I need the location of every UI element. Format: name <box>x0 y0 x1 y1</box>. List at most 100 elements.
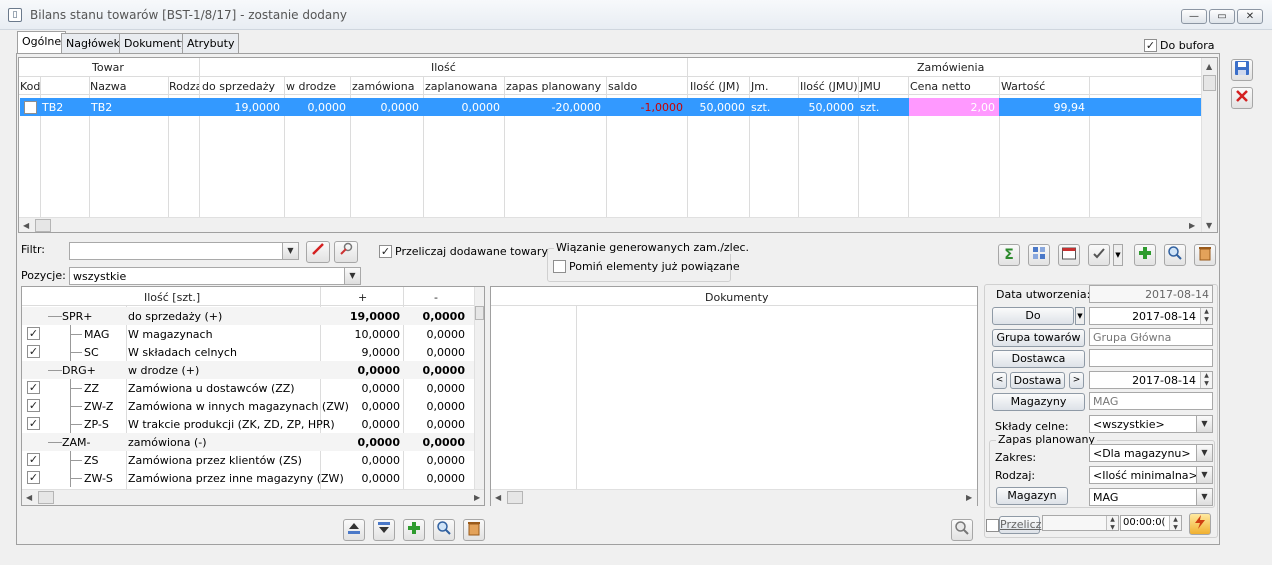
link-dropdown-arrow[interactable]: ▼ <box>1113 244 1123 266</box>
move-down-button[interactable] <box>373 519 395 541</box>
tab-ogolne[interactable]: Ogólne <box>17 31 67 54</box>
chevron-down-icon[interactable]: ▼ <box>1196 467 1212 483</box>
close-button[interactable]: ✕ <box>1237 9 1263 24</box>
col-cena-netto[interactable]: Cena netto <box>910 80 971 93</box>
date-spin-icon[interactable]: ▲ ▼ <box>1200 308 1212 324</box>
scroll-right-icon[interactable]: ▶ <box>474 493 480 502</box>
documents-panel[interactable]: Dokumenty ◀ ▶ <box>490 286 978 506</box>
docs-hscroll[interactable] <box>491 489 977 506</box>
search-button[interactable] <box>1164 244 1186 266</box>
magazyn-combo[interactable]: MAG ▼ <box>1089 488 1213 506</box>
col-jmu[interactable]: JMU <box>860 80 881 93</box>
col-ilosc-jmu[interactable]: Ilość (JMU) <box>800 80 858 93</box>
col-kod[interactable]: Kod <box>20 80 40 93</box>
tree-col-plus[interactable]: + <box>358 291 367 304</box>
tab-naglowek[interactable]: Nagłówek <box>61 33 125 53</box>
tree-hscroll-thumb[interactable] <box>38 491 54 504</box>
przelicz-time-field[interactable]: 00:00:0( ▲ ▼ <box>1120 515 1182 531</box>
tree-row[interactable]: ✓ SC W składach celnych 9,0000 0,0000 <box>22 343 474 361</box>
tree-row-checkbox[interactable]: ✓ <box>27 417 40 430</box>
calendar-button[interactable] <box>1058 244 1080 266</box>
move-up-button[interactable] <box>343 519 365 541</box>
add-row-button[interactable] <box>403 519 425 541</box>
clear-filter-button[interactable] <box>306 241 330 263</box>
tree-row[interactable]: ZAM-zamówiona (-) 0,0000 0,0000 <box>22 433 474 451</box>
tree-row[interactable]: SPR+ do sprzedaży (+) 19,0000 0,0000 <box>22 307 474 325</box>
delete-row-button[interactable] <box>463 519 485 541</box>
col-rodzaj[interactable]: Rodzaj <box>169 80 199 93</box>
dostawa-prev-button[interactable]: < <box>992 372 1007 389</box>
docs-hscroll-thumb[interactable] <box>507 491 523 504</box>
add-button[interactable] <box>1134 244 1156 266</box>
date-spin-icon[interactable]: ▲ ▼ <box>1200 372 1212 388</box>
tree-row-checkbox[interactable]: ✓ <box>27 345 40 358</box>
link-button[interactable] <box>1088 244 1110 266</box>
tree-row[interactable]: ✓ MAG W magazynach 10,0000 0,0000 <box>22 325 474 343</box>
maximize-button[interactable]: ▭ <box>1209 9 1235 24</box>
grid-hscroll-thumb[interactable] <box>35 219 51 232</box>
scroll-left-icon[interactable]: ◀ <box>23 221 29 230</box>
sum-button[interactable]: Σ <box>998 244 1020 266</box>
dostawa-date-field[interactable]: 2017-08-14 ▲ ▼ <box>1089 371 1213 389</box>
tree-col-minus[interactable]: - <box>434 291 438 304</box>
col-ilosc-jm[interactable]: Ilość (JM) <box>690 80 740 93</box>
grid-vscroll-thumb[interactable] <box>1203 75 1216 91</box>
col-zaplanowana[interactable]: zaplanowana <box>425 80 497 93</box>
rodzaj-combo[interactable]: <Ilość minimalna> ▼ <box>1089 466 1213 484</box>
tree-row[interactable]: ✓ ZS Zamówiona przez klientów (ZS) 0,0000 0,… <box>22 451 474 469</box>
tree-row-checkbox[interactable]: ✓ <box>27 471 40 484</box>
dostawa-button[interactable]: Dostawa <box>1010 372 1065 389</box>
przeliczaj-checkbox[interactable]: ✓ <box>379 245 392 258</box>
sklady-combo[interactable]: <wszystkie> ▼ <box>1089 415 1213 433</box>
przelicz-button[interactable]: Przelicz <box>999 516 1041 534</box>
chevron-down-icon[interactable]: ▼ <box>1196 416 1212 432</box>
chevron-down-icon[interactable]: ▼ <box>282 243 298 259</box>
items-grid[interactable]: Towar Ilość Zamówienia Kod Nazwa Rodzaj … <box>18 57 1218 233</box>
grid-hscroll[interactable] <box>19 217 1201 232</box>
filter-builder-button[interactable] <box>334 241 358 263</box>
generate-button[interactable] <box>1028 244 1050 266</box>
tree-row-checkbox[interactable]: ✓ <box>27 327 40 340</box>
run-button[interactable] <box>1189 513 1211 535</box>
tree-row[interactable]: ✓ ZP-S W trakcie produkcji (ZK, ZD, ZP, HP… <box>22 415 474 433</box>
tree-vscroll-thumb[interactable] <box>475 306 484 320</box>
do-button[interactable]: Do <box>992 307 1074 325</box>
filtr-combo[interactable]: ▼ <box>69 242 299 260</box>
do-dropdown-arrow[interactable]: ▼ <box>1075 307 1085 325</box>
do-bufora-checkbox[interactable]: ✓ <box>1144 39 1157 52</box>
find-row-button[interactable] <box>433 519 455 541</box>
docs-search-button[interactable] <box>951 519 973 541</box>
scroll-right-icon[interactable]: ▶ <box>966 493 972 502</box>
scroll-left-icon[interactable]: ◀ <box>26 493 32 502</box>
magazyn-button[interactable]: Magazyn <box>996 487 1068 505</box>
tree-row[interactable]: ✓ ZW-S Zamówiona przez inne magazyny (ZW) 0… <box>22 469 474 487</box>
col-zamowiona[interactable]: zamówiona <box>352 80 414 93</box>
interval-spin-icon[interactable]: ▲ ▼ <box>1106 516 1118 530</box>
dostawa-next-button[interactable]: > <box>1069 372 1084 389</box>
do-date-field[interactable]: 2017-08-14 ▲ ▼ <box>1089 307 1213 325</box>
tree-col-ilosc[interactable]: Ilość [szt.] <box>144 291 200 304</box>
col-do-sprzedazy[interactable]: do sprzedaży <box>202 80 275 93</box>
scroll-right-icon[interactable]: ▶ <box>1189 221 1195 230</box>
pozycje-combo[interactable]: wszystkie ▼ <box>69 267 361 285</box>
time-spin-icon[interactable]: ▲ ▼ <box>1169 516 1181 530</box>
chevron-down-icon[interactable]: ▼ <box>1196 445 1212 461</box>
chevron-down-icon[interactable]: ▼ <box>1196 489 1212 505</box>
cancel-button[interactable] <box>1231 87 1253 109</box>
delete-button[interactable] <box>1194 244 1216 266</box>
scroll-down-icon[interactable]: ▼ <box>1206 221 1212 230</box>
grupa-towarow-button[interactable]: Grupa towarów <box>992 329 1085 347</box>
zakres-combo[interactable]: <Dla magazynu> ▼ <box>1089 444 1213 462</box>
quantity-tree[interactable]: Ilość [szt.] + - SPR+ do sprzedaży (+) 19,… <box>21 286 485 506</box>
tree-row[interactable]: DRG+ w drodze (+) 0,0000 0,0000 <box>22 361 474 379</box>
tree-row-checkbox[interactable]: ✓ <box>27 453 40 466</box>
col-w-drodze[interactable]: w drodze <box>286 80 336 93</box>
tree-row-checkbox[interactable]: ✓ <box>27 381 40 394</box>
tab-atrybuty[interactable]: Atrybuty <box>182 33 240 53</box>
col-nazwa[interactable]: Nazwa <box>90 80 126 93</box>
row-checkbox[interactable] <box>24 101 37 114</box>
przelicz-interval-field[interactable]: ▲ ▼ <box>1042 515 1119 531</box>
chevron-down-icon[interactable]: ▼ <box>344 268 360 284</box>
scroll-left-icon[interactable]: ◀ <box>495 493 501 502</box>
tree-row[interactable]: ✓ ZZ Zamówiona u dostawców (ZZ) 0,0000 0,000… <box>22 379 474 397</box>
